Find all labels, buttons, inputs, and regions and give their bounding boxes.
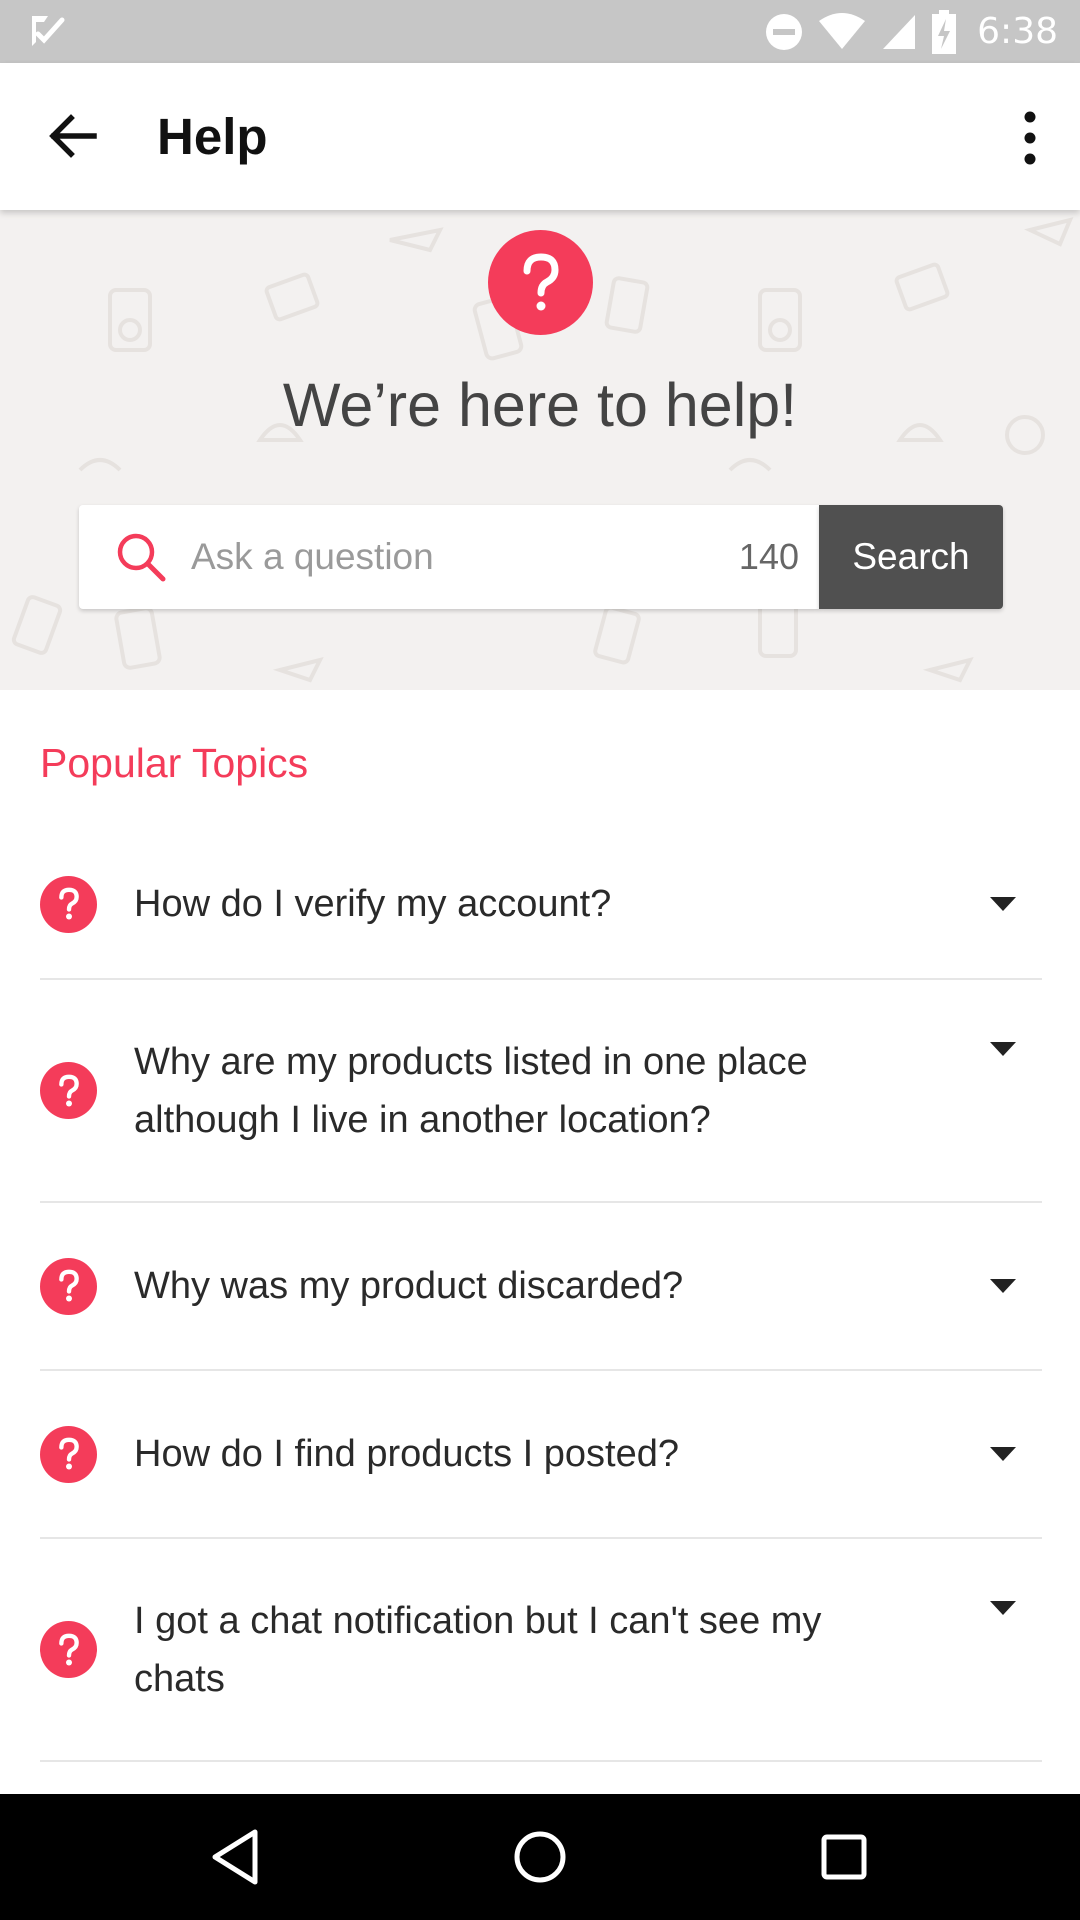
hero-headline: We’re here to help! <box>282 371 798 439</box>
nav-recents-icon[interactable] <box>811 1824 877 1890</box>
topic-item[interactable]: I got a chat notification but I can't se… <box>40 1539 1042 1762</box>
arrow-back-icon[interactable] <box>44 107 102 165</box>
system-nav-bar <box>0 1794 1080 1920</box>
notification-check-icon <box>32 16 65 46</box>
chevron-down-icon[interactable] <box>988 895 1018 913</box>
topic-item[interactable]: Why was my product discarded? <box>40 1203 1042 1371</box>
topic-label: Why was my product discarded? <box>134 1265 684 1307</box>
help-hero: We’re here to help! 140 Search <box>0 210 1080 690</box>
chevron-down-icon[interactable] <box>988 1599 1018 1617</box>
topic-label: I got a chat notification but I can't se… <box>134 1599 822 1700</box>
question-mark-icon <box>40 1257 97 1315</box>
chevron-down-icon[interactable] <box>988 1445 1018 1463</box>
topic-item[interactable]: How do I verify my account? <box>40 830 1042 980</box>
topic-label: How do I find products I posted? <box>134 1433 679 1475</box>
search-icon <box>117 533 166 582</box>
search-input[interactable] <box>189 505 689 609</box>
search-button[interactable]: Search <box>819 505 1003 609</box>
search-box: 140 <box>79 505 819 609</box>
page-title: Help <box>157 108 268 165</box>
character-counter: 140 <box>738 536 799 577</box>
question-mark-icon <box>488 230 593 335</box>
topic-label: How do I verify my account? <box>134 883 612 925</box>
status-time: 6:38 <box>977 11 1058 52</box>
chevron-down-icon[interactable] <box>988 1040 1018 1058</box>
battery-charging-icon <box>932 9 957 54</box>
popular-topics-title: Popular Topics <box>40 740 309 786</box>
nav-back-icon[interactable] <box>203 1824 269 1890</box>
topic-item[interactable]: Why are my products listed in one place … <box>40 980 1042 1203</box>
topic-item[interactable]: How do I find products I posted? <box>40 1371 1042 1539</box>
question-mark-icon <box>40 1425 97 1483</box>
topic-label: Why are my products listed in one place … <box>134 1040 808 1141</box>
question-mark-icon <box>40 1621 97 1678</box>
signal-icon <box>883 14 916 49</box>
do-not-disturb-icon <box>766 13 803 50</box>
more-vert-icon[interactable] <box>1000 103 1060 173</box>
app-bar: Help <box>0 63 1080 210</box>
wifi-icon <box>819 12 866 49</box>
question-mark-icon <box>40 1062 97 1119</box>
topics-list: How do I verify my account? Why are my p… <box>40 830 1042 1762</box>
question-mark-icon <box>40 875 97 933</box>
chevron-down-icon[interactable] <box>988 1277 1018 1295</box>
status-bar: 6:38 <box>0 0 1080 63</box>
nav-home-icon[interactable] <box>507 1824 573 1890</box>
